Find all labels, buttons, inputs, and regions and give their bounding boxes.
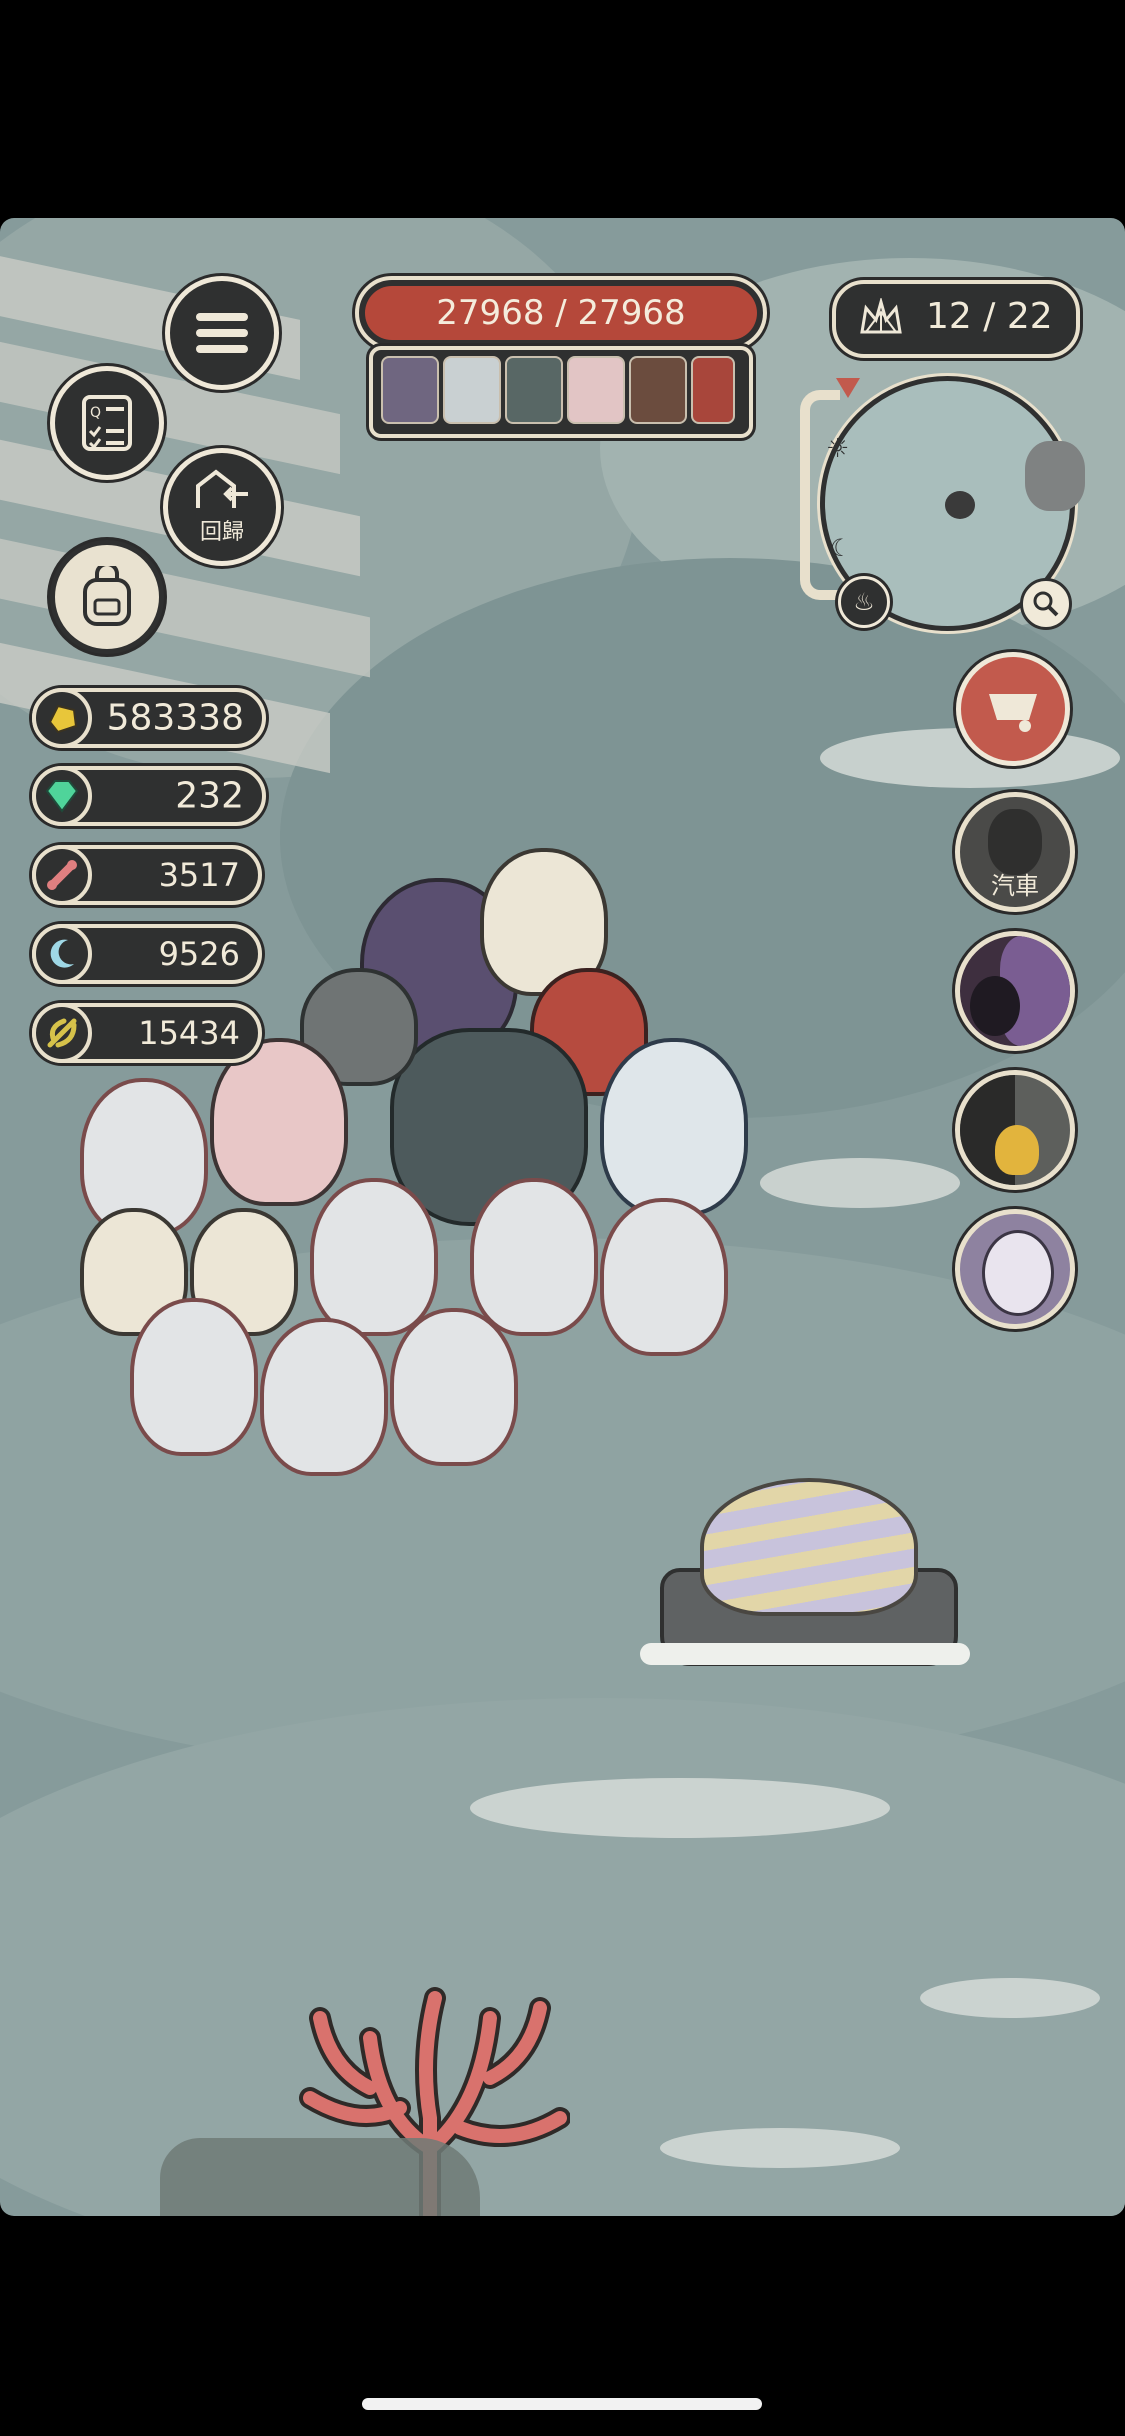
pink-seal-creature[interactable] (210, 1038, 348, 1206)
shrimp-creature[interactable] (130, 1298, 258, 1456)
companion-avatar-3[interactable] (955, 1070, 1075, 1190)
home-indicator[interactable] (362, 2398, 762, 2410)
hamburger-icon (196, 313, 248, 353)
gem-icon (32, 766, 92, 826)
feather-icon (32, 1003, 92, 1063)
flame-icon: ♨ (853, 588, 875, 616)
shrimp-creature[interactable] (390, 1308, 518, 1466)
day-night-dial (800, 390, 840, 600)
resource-bone-value: 3517 (158, 856, 240, 894)
foam (920, 1978, 1100, 2018)
svg-text:Q: Q (90, 405, 101, 421)
resource-feather[interactable]: 15434 (32, 1003, 262, 1063)
brown-beast-portrait-icon[interactable] (629, 356, 687, 424)
party-count-text: 12 / 22 (926, 296, 1053, 337)
resource-moon-value: 9526 (158, 935, 240, 973)
shrimp-creature[interactable] (310, 1178, 438, 1336)
resource-moon[interactable]: 9526 (32, 924, 262, 984)
foam (760, 1158, 960, 1208)
party-status-panel: 27968 / 27968 (355, 276, 767, 446)
sun-icon: ☼ (826, 434, 850, 464)
backpack-button[interactable] (50, 540, 164, 654)
dragon-creature[interactable] (600, 1038, 748, 1216)
pink-seal-portrait-icon[interactable] (567, 356, 625, 424)
shrimp-creature[interactable] (470, 1178, 598, 1336)
white-seal-portrait-icon[interactable] (443, 356, 501, 424)
hp-text: 27968 / 27968 (436, 293, 686, 333)
party-count-badge[interactable]: 12 / 22 (832, 280, 1080, 358)
hp-bar: 27968 / 27968 (355, 276, 767, 350)
moon-icon: ☾ (830, 534, 852, 562)
game-viewport[interactable]: Q 回歸 27968 / 27968 12 / 22 ☼ ☾ ♨ 汽車 5833… (0, 218, 1125, 2216)
party-slots (369, 346, 753, 438)
checklist-icon: Q (82, 395, 132, 451)
menu-button[interactable] (165, 276, 279, 390)
shrimp-creature[interactable] (600, 1198, 728, 1356)
foam (660, 2128, 900, 2168)
walrus-portrait-icon[interactable] (381, 356, 439, 424)
return-button[interactable]: 回歸 (163, 448, 281, 566)
car-companion-avatar[interactable]: 汽車 (955, 792, 1075, 912)
magnifier-icon (1033, 591, 1059, 617)
player-marker-icon (945, 491, 975, 519)
seabed-rocks (160, 2138, 480, 2216)
companion-avatar-2[interactable] (955, 931, 1075, 1051)
cart-button[interactable] (956, 652, 1070, 766)
resource-gold-value: 583338 (106, 697, 244, 739)
quest-button[interactable]: Q (50, 366, 164, 480)
resource-gold[interactable]: 583338 (32, 688, 266, 748)
car-label: 汽車 (991, 872, 1039, 900)
shrimp-creature[interactable] (260, 1318, 388, 1476)
cart-icon (989, 694, 1037, 732)
minimap[interactable]: ☼ ☾ ♨ (800, 376, 1085, 641)
special-skill-portrait-icon[interactable] (691, 356, 735, 424)
weather-button[interactable]: ♨ (838, 576, 890, 628)
resource-feather-value: 15434 (138, 1014, 240, 1052)
crescent-moon-icon (32, 924, 92, 984)
dino-portrait-icon[interactable] (505, 356, 563, 424)
backpack-icon (83, 566, 131, 626)
time-marker-icon (836, 378, 860, 398)
return-home-icon (196, 469, 248, 508)
return-label: 回歸 (199, 520, 244, 545)
gold-nugget-icon (32, 688, 92, 748)
resource-bone[interactable]: 3517 (32, 845, 262, 905)
resource-gem-value: 232 (175, 775, 244, 817)
crown-web-icon (860, 298, 902, 334)
companion-avatar-4[interactable] (955, 1209, 1075, 1329)
resource-gem[interactable]: 232 (32, 766, 266, 826)
bone-icon (32, 845, 92, 905)
map-search-button[interactable] (1020, 578, 1072, 630)
